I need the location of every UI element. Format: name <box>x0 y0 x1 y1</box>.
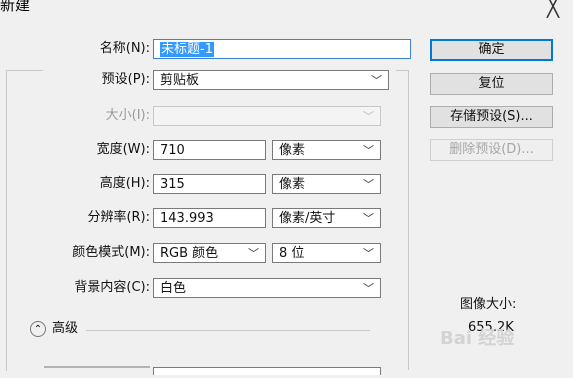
reset-button[interactable]: 复位 <box>430 73 553 95</box>
preset-group-border-right-v <box>408 70 409 370</box>
name-label: 名称(N): <box>99 41 150 56</box>
watermark-logo: Bai 经验 <box>440 328 515 349</box>
resolution-unit-select[interactable]: 像素/英寸 ﹀ <box>272 208 381 228</box>
collapse-advanced-icon[interactable]: ⌃ <box>30 321 46 337</box>
next-row-field-stub <box>153 367 381 375</box>
preset-group-border-right <box>396 70 408 71</box>
close-icon[interactable]: ╳ <box>547 0 559 18</box>
size-label: 大小(I): <box>105 108 150 123</box>
background-value: 白色 <box>160 281 187 296</box>
chevron-down-icon: ﹀ <box>248 247 259 260</box>
resolution-input[interactable]: 143.993 <box>153 208 266 228</box>
width-unit-value: 像素 <box>279 143 306 158</box>
height-input[interactable]: 315 <box>153 174 266 194</box>
color-mode-select[interactable]: RGB 颜色 ﹀ <box>153 243 266 263</box>
bit-depth-select[interactable]: 8 位 ﹀ <box>272 243 381 263</box>
chevron-down-icon: ﹀ <box>363 282 374 295</box>
resolution-label: 分辨率(R): <box>87 210 150 225</box>
width-unit-select[interactable]: 像素 ﹀ <box>272 140 381 160</box>
width-label: 宽度(W): <box>96 142 150 157</box>
delete-preset-button: 删除预设(D)... <box>430 139 553 161</box>
color-mode-label: 颜色模式(M): <box>72 245 150 260</box>
chevron-down-icon: ﹀ <box>363 212 374 225</box>
chevron-down-icon: ﹀ <box>363 144 374 157</box>
image-size-label: 图像大小: <box>460 297 517 312</box>
ok-button[interactable]: 确定 <box>430 39 553 61</box>
save-preset-button[interactable]: 存储预设(S)... <box>430 106 553 128</box>
height-unit-select[interactable]: 像素 ﹀ <box>272 174 381 194</box>
preset-label: 预设(P): <box>101 72 150 87</box>
background-select[interactable]: 白色 ﹀ <box>153 278 381 298</box>
chevron-down-icon: ﹀ <box>363 178 374 191</box>
next-row-stub <box>44 366 150 378</box>
name-input-value: 未标题-1 <box>160 42 214 57</box>
chevron-down-icon: ﹀ <box>363 110 374 123</box>
preset-select-value: 剪贴板 <box>160 73 200 88</box>
advanced-divider <box>86 330 370 331</box>
preset-select[interactable]: 剪贴板 ﹀ <box>153 70 389 90</box>
chevron-down-icon: ﹀ <box>363 247 374 260</box>
bit-depth-value: 8 位 <box>279 246 305 261</box>
size-select: ﹀ <box>153 106 381 126</box>
height-unit-value: 像素 <box>279 177 306 192</box>
name-input[interactable]: 未标题-1 <box>153 39 411 59</box>
background-label: 背景内容(C): <box>74 280 150 295</box>
advanced-label: 高级 <box>52 321 79 336</box>
width-input[interactable]: 710 <box>153 140 266 160</box>
chevron-down-icon: ﹀ <box>371 74 382 87</box>
resolution-unit-value: 像素/英寸 <box>279 211 336 226</box>
height-label: 高度(H): <box>99 176 150 191</box>
dialog-title: 新建 <box>0 0 31 14</box>
color-mode-value: RGB 颜色 <box>160 246 219 261</box>
